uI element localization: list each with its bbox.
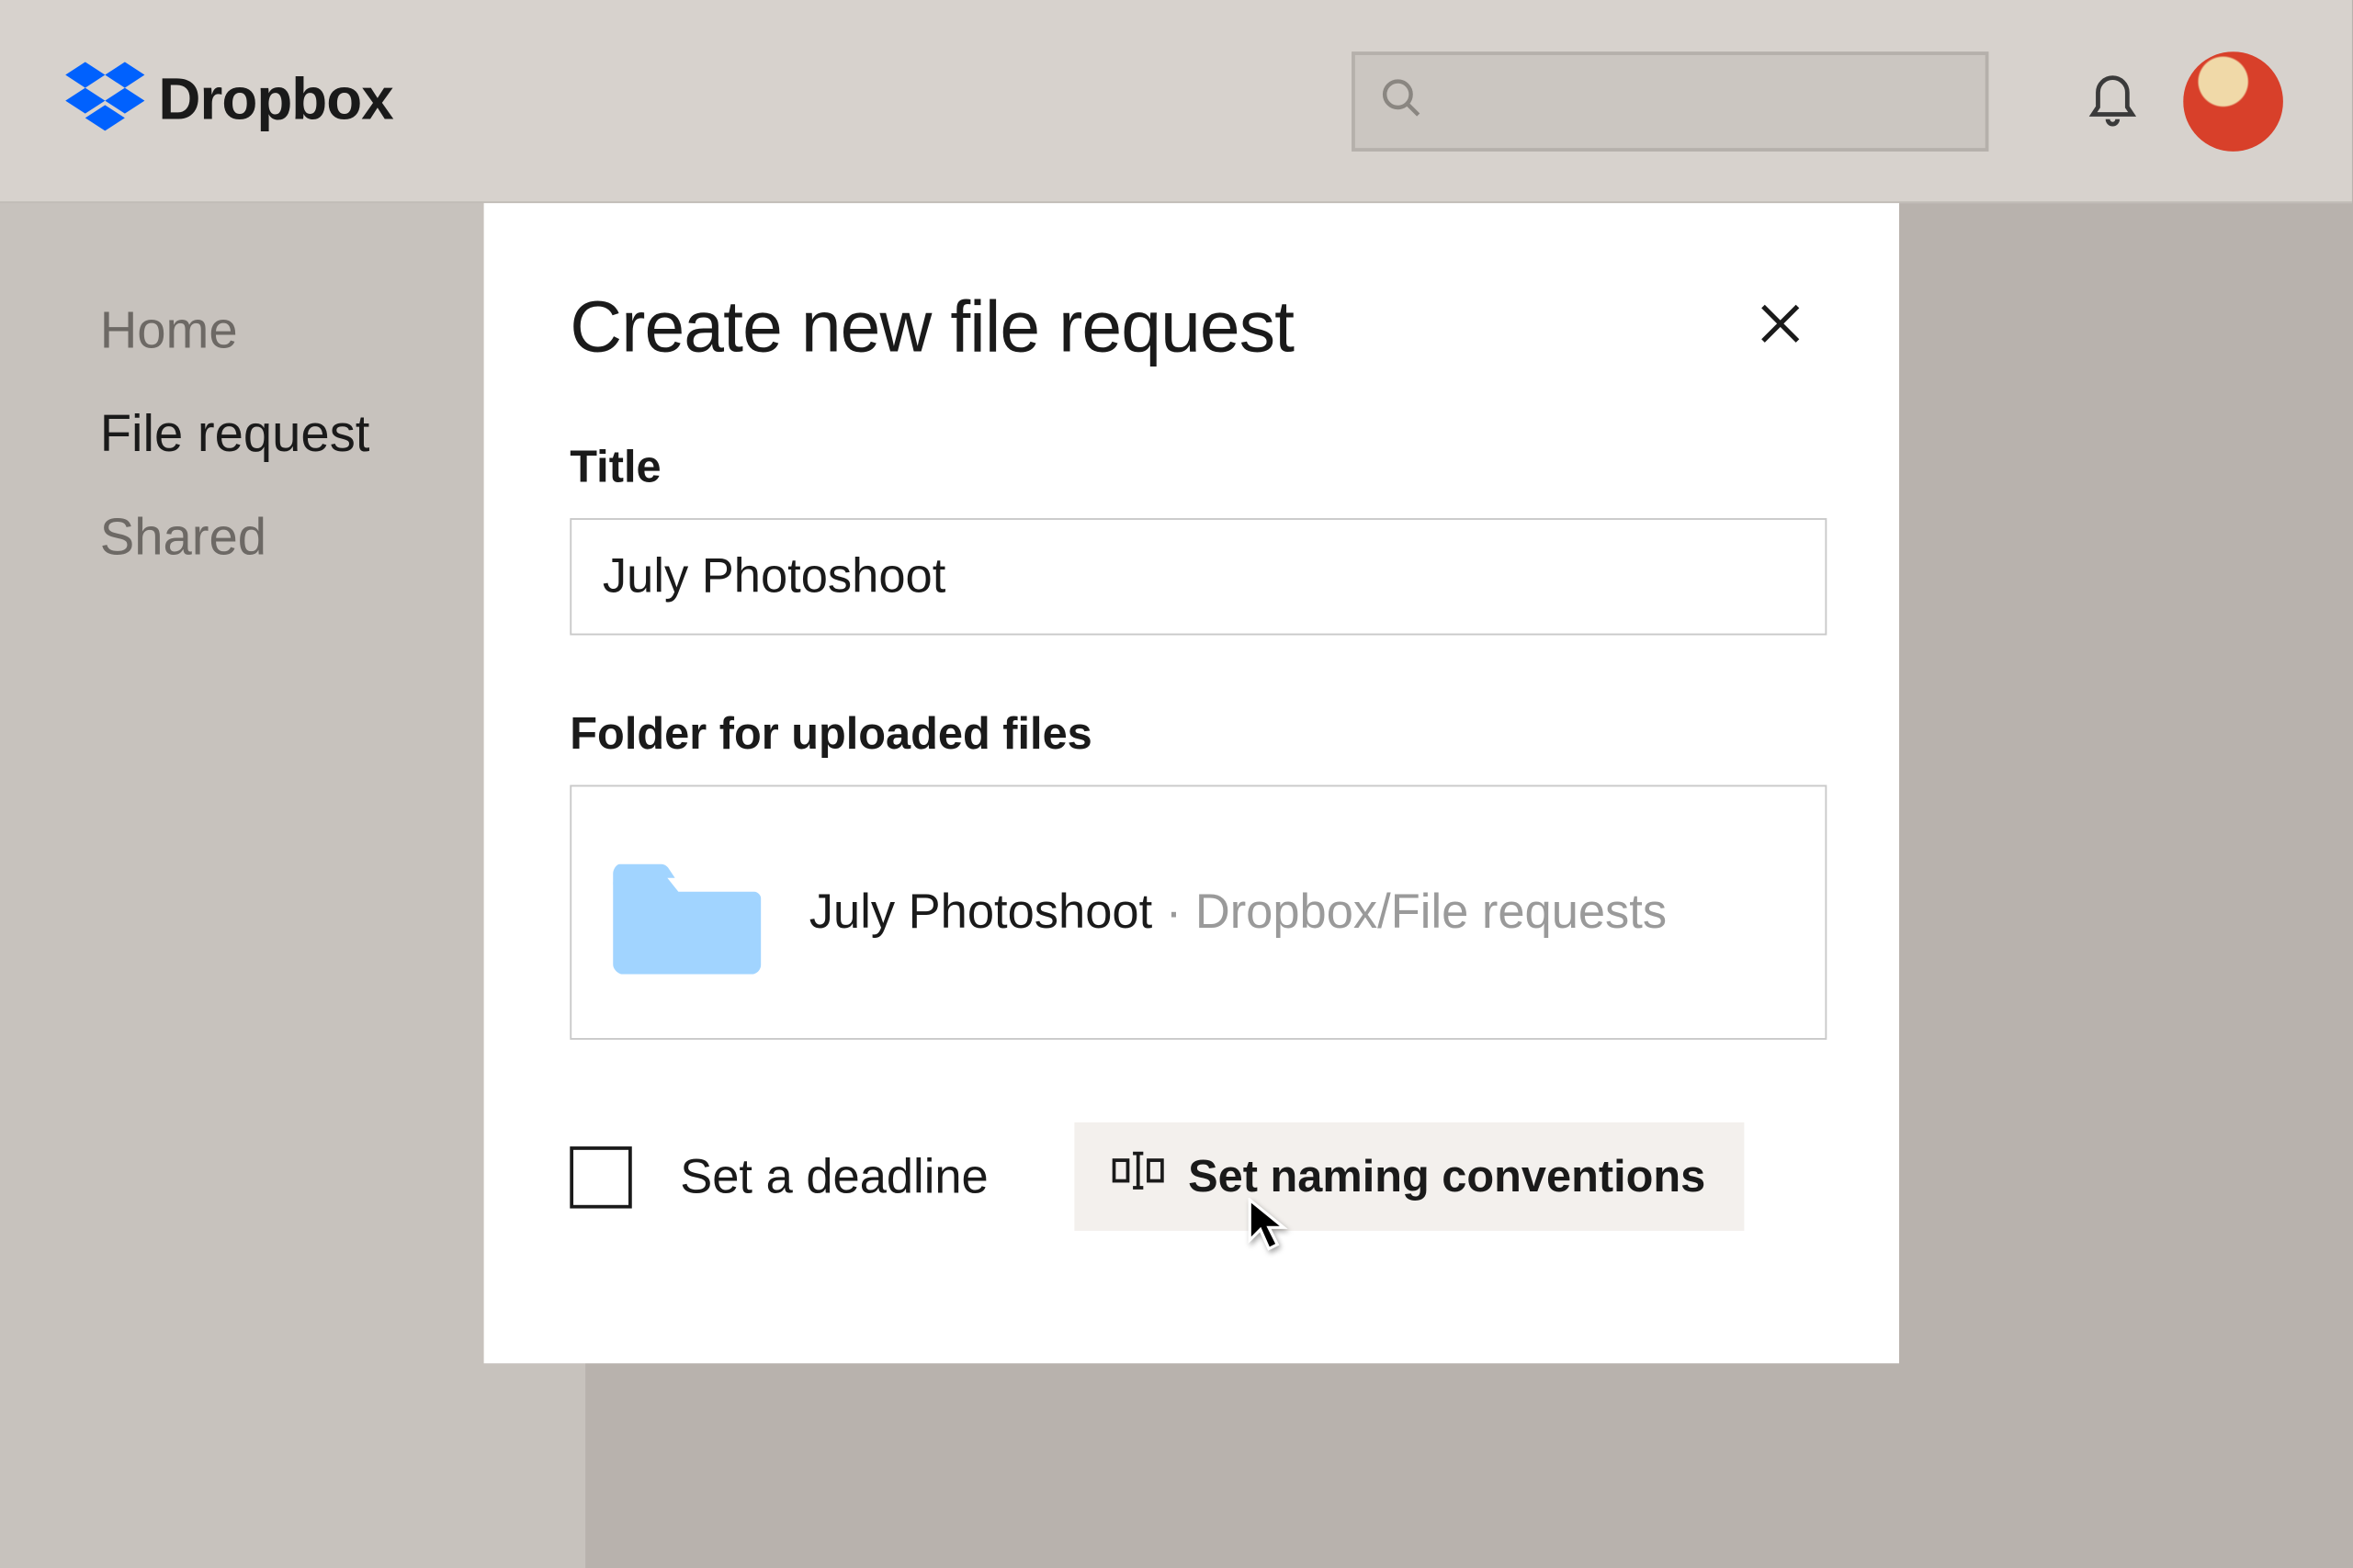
set-naming-conventions-button[interactable]: Set naming conventions — [1074, 1122, 1743, 1231]
dropbox-icon — [65, 62, 144, 139]
search-input[interactable] — [1352, 51, 1988, 152]
close-icon[interactable] — [1748, 290, 1813, 365]
deadline-checkbox[interactable] — [570, 1145, 631, 1207]
app-header: Dropbox — [0, 0, 2352, 203]
title-field-label: Title — [570, 441, 1813, 494]
folder-icon — [613, 851, 761, 975]
folder-text: July Photoshoot · Dropbox/File requests — [809, 885, 1667, 940]
title-input[interactable] — [570, 518, 1827, 635]
deadline-label: Set a deadline — [680, 1149, 989, 1204]
folder-separator: · — [1152, 885, 1195, 938]
brand-logo[interactable]: Dropbox — [65, 62, 393, 139]
folder-name: July Photoshoot — [809, 885, 1152, 938]
folder-path: Dropbox/File requests — [1195, 885, 1667, 938]
brand-name: Dropbox — [158, 67, 392, 134]
deadline-checkbox-row[interactable]: Set a deadline — [570, 1145, 988, 1207]
search-icon — [1379, 75, 1424, 129]
folder-field-label: Folder for uploaded files — [570, 707, 1813, 761]
notifications-icon[interactable] — [2084, 63, 2143, 138]
create-file-request-modal: Create new file request Title Folder for… — [484, 203, 1899, 1363]
folder-selector[interactable]: July Photoshoot · Dropbox/File requests — [570, 785, 1827, 1040]
search-field[interactable] — [1438, 82, 1985, 121]
naming-label: Set naming conventions — [1188, 1150, 1705, 1203]
modal-title: Create new file request — [570, 286, 1294, 368]
naming-conventions-icon — [1113, 1150, 1164, 1203]
user-avatar[interactable] — [2183, 51, 2283, 151]
